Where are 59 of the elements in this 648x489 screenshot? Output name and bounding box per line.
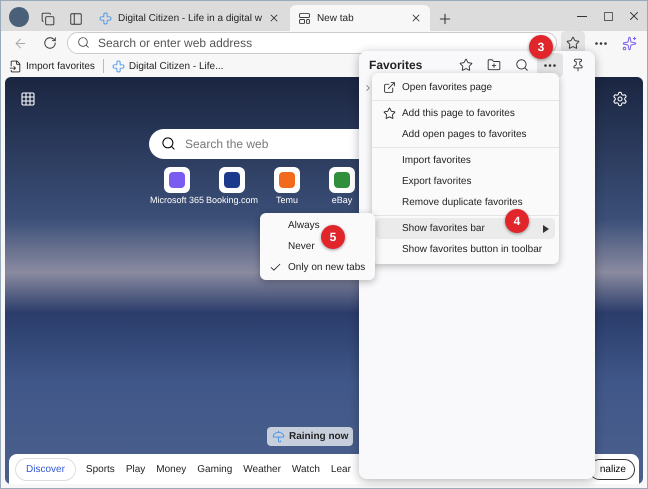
grid-icon: [20, 91, 36, 107]
avatar-icon[interactable]: [9, 7, 29, 27]
nav-tab[interactable]: Weather: [242, 462, 282, 476]
favorites-bar-item[interactable]: Digital Citizen - Life...: [112, 60, 224, 72]
pin-icon: [571, 58, 585, 72]
more-icon: [595, 42, 607, 44]
cross-icon: [99, 12, 112, 24]
nav-tab[interactable]: Money: [155, 462, 188, 476]
site-icon[interactable]: [274, 167, 300, 193]
more-icon: [544, 64, 556, 66]
search-icon: [515, 58, 529, 72]
settings-icon: [612, 91, 628, 107]
quick-link-label[interactable]: Booking.com: [206, 195, 258, 205]
star-icon: [382, 107, 396, 120]
quick-link-label[interactable]: Microsoft 365: [150, 195, 204, 205]
maximize-icon: [602, 10, 614, 22]
nav-tab[interactable]: Lear: [330, 462, 352, 476]
menu-item[interactable]: Open favorites page: [376, 77, 555, 98]
import-icon: [9, 60, 22, 72]
favorites-bar-item[interactable]: Import favorites: [9, 60, 95, 72]
close-icon: [627, 9, 641, 23]
menu-item[interactable]: Export favorites: [376, 171, 555, 192]
umbrella-icon: [272, 430, 285, 443]
submenu-item[interactable]: Only on new tabs: [264, 257, 370, 278]
nav-tab[interactable]: Play: [124, 462, 146, 476]
submenu-arrow-icon: [543, 224, 549, 232]
refresh-icon: [43, 36, 57, 50]
submenu-item[interactable]: Always: [264, 215, 324, 236]
quick-link-label[interactable]: Temu: [276, 195, 298, 205]
copy-icon: [41, 12, 55, 26]
favorite-label: Digital Citizen - Life...: [128, 60, 224, 72]
submenu-item[interactable]: Never: [264, 236, 319, 257]
star-icon: [459, 58, 473, 72]
site-icon[interactable]: [219, 167, 245, 193]
close-icon: [268, 12, 280, 24]
menu-item[interactable]: Add this page to favorites: [376, 103, 555, 124]
nav-tab[interactable]: Discover: [15, 458, 76, 480]
cross-icon: [112, 60, 125, 72]
nav-tab[interactable]: Watch: [290, 462, 321, 476]
search-icon: [77, 36, 90, 49]
search-icon: [161, 136, 176, 151]
site-icon[interactable]: [329, 167, 355, 193]
panel-title: Favorites: [369, 58, 424, 72]
folder-plus-icon: [487, 58, 501, 72]
close-icon: [410, 12, 422, 24]
favorite-label: Import favorites: [26, 60, 95, 72]
panel-icon: [69, 12, 83, 26]
sparkle-icon: [622, 36, 636, 50]
nav-tab[interactable]: Sports: [84, 462, 116, 476]
weather-chip[interactable]: Raining now: [267, 427, 354, 446]
menu-item[interactable]: Show favorites button in toolbar: [376, 239, 555, 260]
new-tab-icon: [298, 12, 311, 24]
nav-tab[interactable]: Gaming: [196, 462, 234, 476]
quick-link-label[interactable]: eBay: [332, 195, 352, 205]
external-link-icon: [382, 81, 396, 94]
site-icon[interactable]: [164, 167, 190, 193]
browser-tab[interactable]: New tab: [290, 5, 430, 31]
star-icon: [566, 36, 580, 50]
browser-tab[interactable]: Digital Citizen - Life in a digital w: [91, 5, 288, 31]
